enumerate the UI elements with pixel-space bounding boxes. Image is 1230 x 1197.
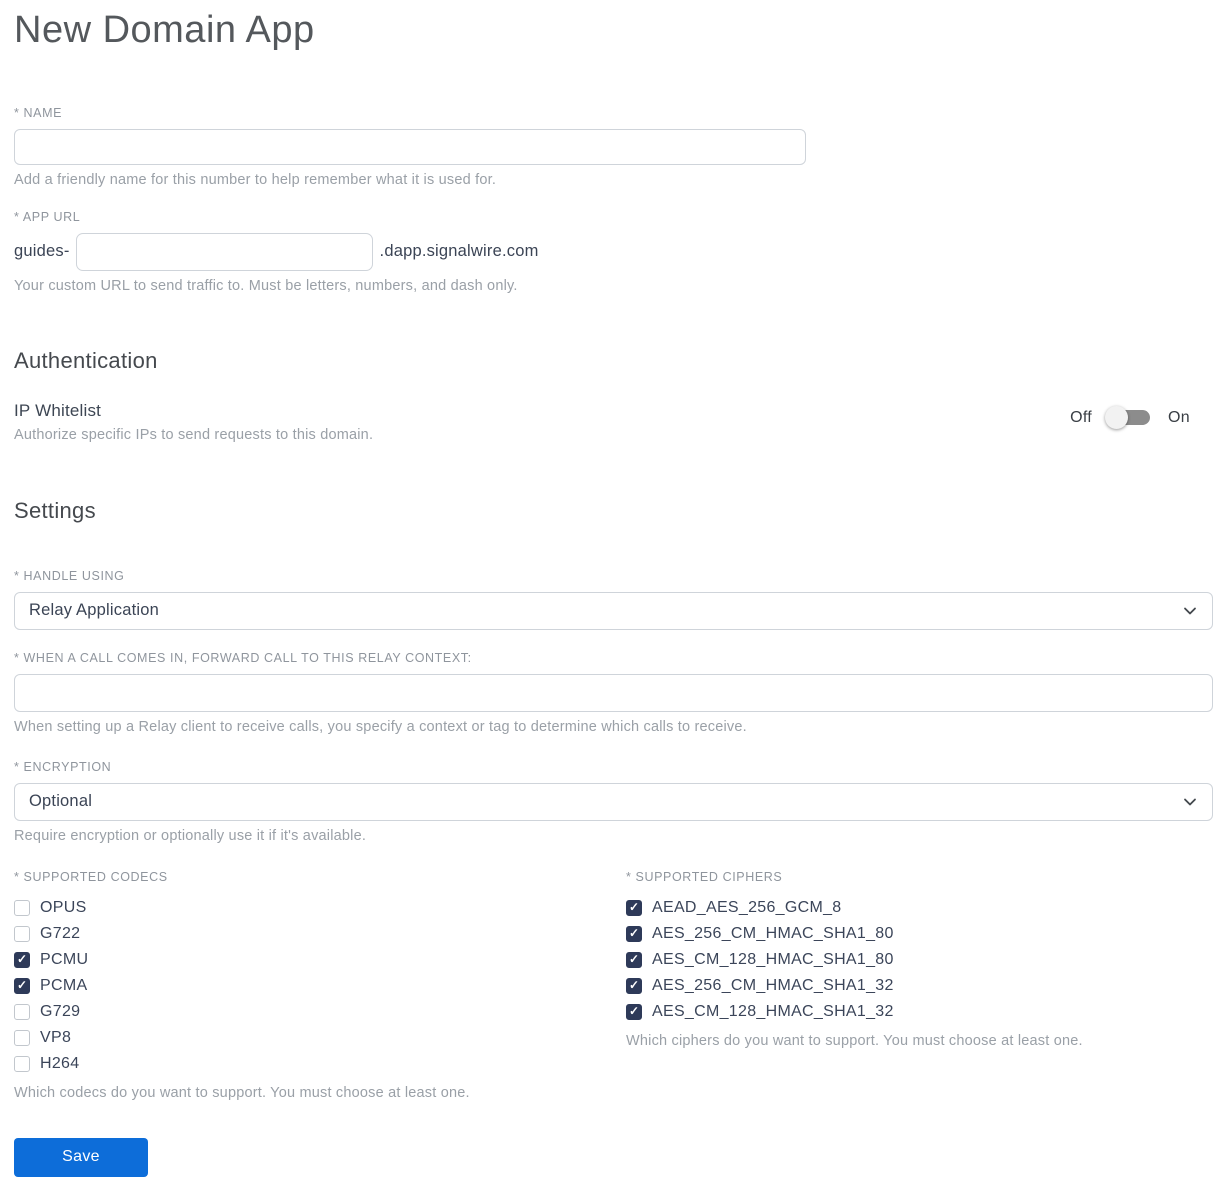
cipher-checkbox-row[interactable]: ✓ AES_CM_128_HMAC_SHA1_32 <box>626 999 1213 1025</box>
cipher-label: AEAD_AES_256_GCM_8 <box>652 898 842 916</box>
checkmark-icon: ✓ <box>628 926 640 941</box>
new-domain-app-page: New Domain App * NAME Add a friendly nam… <box>0 0 1230 1197</box>
app-url-prefix: guides- <box>14 242 70 261</box>
supported-ciphers-label: * SUPPORTED CIPHERS <box>626 869 783 884</box>
chevron-down-icon <box>1182 794 1198 810</box>
app-url-helper: Your custom URL to send traffic to. Must… <box>14 277 518 294</box>
checkbox[interactable]: ✓ <box>626 951 642 968</box>
toggle-off-label: Off <box>1070 408 1093 426</box>
app-url-suffix: .dapp.signalwire.com <box>379 242 539 261</box>
authentication-heading: Authentication <box>14 347 158 373</box>
codec-label: H264 <box>40 1054 80 1072</box>
handle-using-select[interactable]: Relay Application <box>14 591 1213 630</box>
checkbox[interactable]: ✓ <box>14 1003 30 1020</box>
name-label: * NAME <box>14 105 63 120</box>
cipher-checkbox-row[interactable]: ✓ AES_CM_128_HMAC_SHA1_80 <box>626 947 1213 973</box>
checkmark-icon: ✓ <box>628 978 640 993</box>
checkbox[interactable]: ✓ <box>626 925 642 942</box>
checkbox[interactable]: ✓ <box>14 1055 30 1072</box>
ip-whitelist-toggle-group: Off On <box>1070 406 1190 430</box>
settings-heading: Settings <box>14 497 96 523</box>
codec-checkbox-row[interactable]: ✓ PCMA <box>14 973 626 999</box>
cipher-checkbox-row[interactable]: ✓ AES_256_CM_HMAC_SHA1_32 <box>626 973 1213 999</box>
checkmark-icon: ✓ <box>628 900 640 915</box>
checkbox[interactable]: ✓ <box>14 977 30 994</box>
codec-label: OPUS <box>40 898 87 916</box>
checkbox[interactable]: ✓ <box>626 1003 642 1020</box>
save-button[interactable]: Save <box>14 1137 148 1177</box>
page-title: New Domain App <box>14 9 315 51</box>
supported-ciphers-group: * SUPPORTED CIPHERS ✓ AEAD_AES_256_GCM_8… <box>626 870 1213 1101</box>
relay-context-label: * WHEN A CALL COMES IN, FORWARD CALL TO … <box>14 650 472 665</box>
app-url-row: guides- .dapp.signalwire.com <box>14 232 1213 271</box>
codec-checkbox-row[interactable]: ✓ G729 <box>14 999 626 1025</box>
encryption-field-group: * ENCRYPTION Optional Require encryption… <box>14 760 1213 844</box>
ciphers-list: ✓ AEAD_AES_256_GCM_8 ✓ AES_256_CM_HMAC_S… <box>626 895 1213 1025</box>
cipher-label: AES_256_CM_HMAC_SHA1_80 <box>652 924 894 942</box>
encryption-label: * ENCRYPTION <box>14 759 112 774</box>
ip-whitelist-helper: Authorize specific IPs to send requests … <box>14 426 374 443</box>
codec-label: PCMA <box>40 976 88 994</box>
cipher-label: AES_CM_128_HMAC_SHA1_32 <box>652 1002 894 1020</box>
relay-context-field-group: * WHEN A CALL COMES IN, FORWARD CALL TO … <box>14 651 1213 735</box>
checkmark-icon: ✓ <box>16 952 28 967</box>
name-helper: Add a friendly name for this number to h… <box>14 171 497 188</box>
checkmark-icon: ✓ <box>16 978 28 993</box>
codec-label: G722 <box>40 924 81 942</box>
name-input[interactable] <box>14 128 806 165</box>
cipher-checkbox-row[interactable]: ✓ AES_256_CM_HMAC_SHA1_80 <box>626 921 1213 947</box>
chevron-down-icon <box>1182 603 1198 619</box>
ip-whitelist-toggle[interactable] <box>1105 406 1151 430</box>
encryption-select[interactable]: Optional <box>14 782 1213 821</box>
handle-using-selected-value: Relay Application <box>29 601 159 620</box>
codecs-helper: Which codecs do you want to support. You… <box>14 1084 470 1101</box>
codec-cipher-columns: * SUPPORTED CODECS ✓ OPUS ✓ G722 ✓ PCMU … <box>14 870 1213 1101</box>
handle-using-label: * HANDLE USING <box>14 568 125 583</box>
checkmark-icon: ✓ <box>628 1004 640 1019</box>
ip-whitelist-label: IP Whitelist <box>14 400 102 420</box>
app-url-input[interactable] <box>75 232 373 271</box>
supported-codecs-group: * SUPPORTED CODECS ✓ OPUS ✓ G722 ✓ PCMU … <box>14 870 626 1101</box>
checkbox[interactable]: ✓ <box>14 951 30 968</box>
ip-whitelist-text: IP Whitelist Authorize specific IPs to s… <box>14 401 373 443</box>
ciphers-helper: Which ciphers do you want to support. Yo… <box>626 1032 1083 1049</box>
checkbox[interactable]: ✓ <box>14 899 30 916</box>
toggle-on-label: On <box>1168 408 1190 426</box>
handle-using-field-group: * HANDLE USING Relay Application <box>14 569 1213 630</box>
codec-label: PCMU <box>40 950 89 968</box>
checkbox[interactable]: ✓ <box>626 977 642 994</box>
codec-checkbox-row[interactable]: ✓ PCMU <box>14 947 626 973</box>
checkbox[interactable]: ✓ <box>14 925 30 942</box>
codecs-list: ✓ OPUS ✓ G722 ✓ PCMU ✓ PCMA ✓ G729 <box>14 895 626 1077</box>
relay-context-helper: When setting up a Relay client to receiv… <box>14 718 747 735</box>
checkbox[interactable]: ✓ <box>626 899 642 916</box>
cipher-checkbox-row[interactable]: ✓ AEAD_AES_256_GCM_8 <box>626 895 1213 921</box>
app-url-field-group: * APP URL guides- .dapp.signalwire.com Y… <box>14 210 1213 294</box>
name-field-group: * NAME Add a friendly name for this numb… <box>14 106 1213 188</box>
relay-context-input[interactable] <box>14 673 1213 712</box>
codec-checkbox-row[interactable]: ✓ H264 <box>14 1051 626 1077</box>
checkmark-icon: ✓ <box>628 952 640 967</box>
encryption-helper: Require encryption or optionally use it … <box>14 827 367 844</box>
checkbox[interactable]: ✓ <box>14 1029 30 1046</box>
cipher-label: AES_256_CM_HMAC_SHA1_32 <box>652 976 894 994</box>
toggle-knob-icon <box>1105 406 1129 430</box>
codec-label: G729 <box>40 1002 81 1020</box>
ip-whitelist-row: IP Whitelist Authorize specific IPs to s… <box>14 401 1213 443</box>
cipher-label: AES_CM_128_HMAC_SHA1_80 <box>652 950 894 968</box>
supported-codecs-label: * SUPPORTED CODECS <box>14 869 168 884</box>
codec-checkbox-row[interactable]: ✓ G722 <box>14 921 626 947</box>
codec-label: VP8 <box>40 1028 72 1046</box>
encryption-selected-value: Optional <box>29 792 93 811</box>
codec-checkbox-row[interactable]: ✓ OPUS <box>14 895 626 921</box>
codec-checkbox-row[interactable]: ✓ VP8 <box>14 1025 626 1051</box>
app-url-label: * APP URL <box>14 209 81 224</box>
